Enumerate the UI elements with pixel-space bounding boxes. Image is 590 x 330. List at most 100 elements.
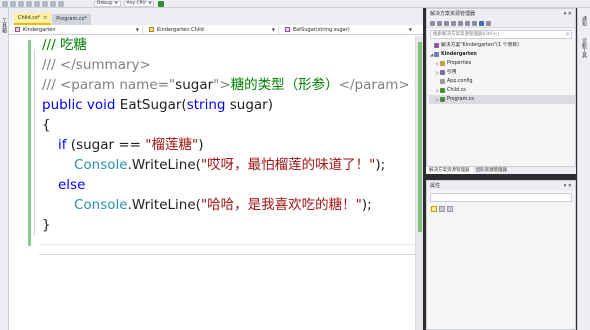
code-line-9: Console.WriteLine("哈哈，是我喜欢吃的糖！"); (74, 196, 372, 215)
method-icon (285, 26, 290, 32)
tree-item-program-cs[interactable]: ▷ Program.cs (429, 95, 575, 104)
alphabetical-icon[interactable] (439, 206, 445, 212)
comment-prefix: /// (42, 57, 60, 73)
save-icon[interactable] (34, 0, 40, 7)
categorized-icon[interactable] (431, 206, 437, 212)
tree-item-properties[interactable]: ▷ Properties (429, 59, 575, 68)
navigation-bar: Kindergarten ▼ Kindergarten.Child ▼ EatS… (9, 25, 423, 35)
member-label: EatSugar(string sugar) (293, 26, 350, 33)
code-line-3: /// <param name="sugar">糖的类型（形参）</param> (42, 76, 410, 95)
redo-icon[interactable] (58, 0, 64, 7)
undo-icon[interactable] (50, 0, 56, 7)
vertical-scrollbar[interactable] (415, 36, 423, 330)
code-line-6: if (sugar == "榴莲糖") (58, 136, 203, 155)
class-dropdown[interactable]: Kindergarten.Child ▼ (143, 25, 279, 34)
diagnostic-tools-tab[interactable]: 诊断工具 (581, 38, 588, 58)
xml-doc-tag: </summary> (59, 57, 151, 73)
type-name: Console (74, 197, 128, 213)
show-all-files-icon[interactable] (472, 20, 477, 26)
tree-item-label: 解决方案“Kindergarten”(1 个项目) (441, 43, 519, 48)
csharp-project-icon (434, 52, 439, 57)
tab-child-cs[interactable]: Child.cs* × (14, 13, 52, 25)
parameter: sugar) (225, 97, 273, 113)
wrench-icon[interactable] (447, 206, 453, 212)
tree-item-label: 引用 (447, 70, 457, 75)
back-icon[interactable] (2, 0, 8, 7)
explorer-tab-strip: 解决方案资源管理器 团队资源管理器 (426, 166, 576, 174)
tree-item-label: Kindergarten (441, 52, 477, 57)
comment-text: 吃糖 (59, 37, 87, 53)
preview-icon[interactable] (486, 20, 491, 26)
comment-prefix: /// (42, 37, 60, 53)
main-toolbar: Debug ▼ Any CPU ▼ (0, 0, 590, 8)
project-label: Kindergarten (23, 26, 56, 33)
solution-search-input[interactable]: 搜索解决方案资源管理器(Ctrl+;) ρ (430, 30, 572, 39)
xml-attr-value: sugar (175, 77, 214, 93)
refresh-icon[interactable] (458, 20, 463, 26)
tab-team-explorer[interactable]: 团队资源管理器 (473, 167, 511, 174)
project-dropdown[interactable]: Kindergarten ▼ (9, 25, 143, 34)
solution-explorer-panel: 解决方案资源管理器 ▾ ✕ 搜索解决方案资源管理器(Ctrl+;) ρ 解决方案… (426, 8, 576, 174)
forward-icon[interactable] (437, 20, 442, 26)
code-editor: Child.cs* × Program.cs* Kindergarten ▼ K… (9, 8, 423, 330)
solution-explorer-toolbar (427, 19, 575, 28)
tree-item-label: Child.cs (447, 88, 466, 93)
start-debug-icon[interactable] (158, 0, 165, 7)
panel-title: 属性 (430, 183, 441, 189)
code-line-5: { (42, 116, 51, 135)
tree-item-child-cs[interactable]: ▷ Child.cs (429, 86, 575, 95)
panel-title: 解决方案资源管理器 (430, 11, 476, 17)
code-line-2: /// </summary> (42, 56, 151, 75)
tab-program-cs[interactable]: Program.cs* (52, 14, 91, 25)
tree-item-label: Properties (447, 61, 472, 66)
save-all-icon[interactable] (42, 0, 48, 7)
forward-icon[interactable] (10, 0, 16, 7)
statement-end: ); (375, 157, 386, 173)
tree-item-project[interactable]: ◢ Kindergarten (429, 50, 575, 59)
notifications-tab[interactable]: 通知 (581, 16, 588, 26)
properties-folder-icon (440, 61, 445, 66)
back-icon[interactable] (430, 20, 435, 26)
chevron-down-icon: ▼ (135, 27, 139, 32)
current-line-highlight (39, 244, 419, 245)
xml-doc-tag: <param name=" (59, 77, 176, 93)
toolbox-tab[interactable]: 工具箱 (1, 18, 8, 33)
tree-item-label: App.config (447, 79, 473, 84)
collapse-all-icon[interactable] (465, 20, 470, 26)
code-line-10: } (42, 216, 51, 235)
sync-icon[interactable] (451, 20, 456, 26)
keyword: string (186, 97, 226, 113)
open-file-icon[interactable] (26, 0, 32, 7)
tab-solution-explorer[interactable]: 解决方案资源管理器 (426, 167, 473, 174)
panel-pin-close[interactable]: ▾ ✕ (564, 181, 572, 191)
platform-dropdown[interactable]: Any CPU ▼ (123, 0, 155, 7)
new-project-icon[interactable] (18, 0, 24, 7)
panel-pin-close[interactable]: ▾ ✕ (564, 9, 572, 19)
outlining-guide (34, 50, 35, 236)
properties-icon[interactable] (479, 20, 484, 26)
search-placeholder: 搜索解决方案资源管理器(Ctrl+;) (433, 32, 500, 37)
code-line-1: /// 吃糖 (42, 36, 87, 55)
code-line-4: public void EatSugar(string sugar) (42, 96, 273, 115)
references-icon (440, 70, 445, 75)
class-icon (149, 26, 154, 32)
chevron-down-icon: ▼ (114, 1, 118, 5)
right-tool-strip: 通知 诊断工具 (577, 8, 590, 330)
solution-icon (434, 43, 439, 48)
tree-item-solution[interactable]: 解决方案“Kindergarten”(1 个项目) (429, 41, 575, 50)
expression: ) (198, 137, 204, 153)
document-tab-strip: Child.cs* × Program.cs* (9, 8, 423, 25)
properties-object-select[interactable] (430, 193, 572, 202)
csharp-file-icon (440, 97, 445, 102)
keyword: else (58, 177, 86, 193)
tree-item-references[interactable]: ▷ 引用 (429, 68, 575, 77)
keyword: public (42, 97, 83, 113)
code-text-area[interactable]: /// 吃糖 /// </summary> /// <param name="s… (9, 36, 423, 330)
config-dropdown[interactable]: Debug ▼ (94, 0, 121, 7)
close-icon[interactable]: × (43, 13, 47, 24)
home-icon[interactable] (444, 20, 449, 26)
tree-item-app-config[interactable]: App.config (429, 77, 575, 86)
string-literal: "哈哈，是我喜欢吃的糖！" (200, 197, 362, 213)
member-dropdown[interactable]: EatSugar(string sugar) ▼ (279, 25, 415, 34)
properties-title-bar: 属性 ▾ ✕ (427, 181, 575, 191)
